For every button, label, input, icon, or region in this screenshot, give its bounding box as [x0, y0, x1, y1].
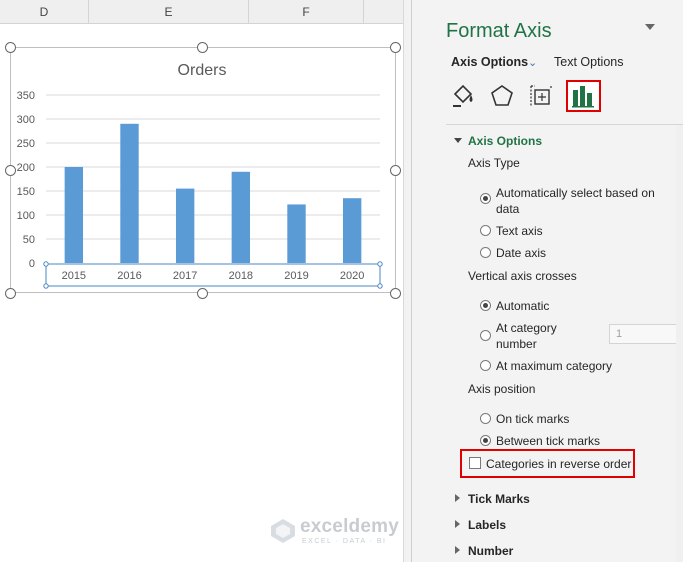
- column-header-d[interactable]: D: [0, 0, 89, 24]
- bar[interactable]: [342, 198, 362, 263]
- categories-reverse-order-checkbox[interactable]: [469, 457, 481, 469]
- axis-selection-handle: [377, 261, 383, 267]
- x-tick-label: 2020: [340, 270, 364, 282]
- sheet-scrollbar[interactable]: [403, 0, 411, 562]
- radio-between-tick-marks[interactable]: [480, 435, 491, 446]
- on-tick-marks-label[interactable]: On tick marks: [496, 411, 569, 427]
- resize-handle-left[interactable]: [5, 165, 16, 176]
- expand-triangle-icon[interactable]: [455, 546, 460, 554]
- pane-scrollbar[interactable]: [676, 125, 683, 562]
- y-tick-label: 250: [17, 138, 35, 150]
- bar[interactable]: [287, 204, 306, 263]
- date-axis-label[interactable]: Date axis: [496, 245, 546, 261]
- chevron-down-icon[interactable]: ⌄: [528, 56, 537, 69]
- watermark-name: exceldemy: [300, 516, 399, 537]
- format-axis-pane: Format Axis Axis Options ⌄ Text Options …: [411, 0, 683, 562]
- bar[interactable]: [231, 171, 251, 263]
- pane-divider: [446, 124, 683, 125]
- text-axis-label[interactable]: Text axis: [496, 223, 543, 239]
- y-tick-label: 200: [17, 162, 35, 174]
- resize-handle-top-left[interactable]: [5, 42, 16, 53]
- x-axis-selection: [45, 263, 381, 287]
- x-tick-label: 2015: [62, 270, 86, 282]
- size-properties-icon[interactable]: [527, 82, 555, 110]
- axis-selection-handle: [377, 283, 383, 289]
- pane-options-chevron-icon[interactable]: [645, 24, 655, 30]
- y-tick-label: 50: [23, 234, 35, 246]
- at-maximum-category-label[interactable]: At maximum category: [496, 358, 612, 374]
- radio-date-axis[interactable]: [480, 247, 491, 258]
- expand-triangle-icon[interactable]: [455, 494, 460, 502]
- resize-handle-right[interactable]: [390, 165, 401, 176]
- expand-triangle-icon[interactable]: [455, 520, 460, 528]
- y-tick-label: 100: [17, 210, 35, 222]
- exceldemy-watermark: exceldemy EXCEL · DATA · BI: [270, 516, 399, 545]
- auto-select-label[interactable]: Automatically select based on: [496, 185, 655, 201]
- vertical-axis-crosses-label: Vertical axis crosses: [468, 269, 577, 283]
- fill-line-icon[interactable]: [449, 82, 477, 110]
- axis-selection-handle: [43, 261, 49, 267]
- exceldemy-logo-icon: [271, 518, 295, 543]
- section-tick-marks[interactable]: Tick Marks: [468, 492, 530, 506]
- radio-text-axis[interactable]: [480, 225, 491, 236]
- bar[interactable]: [64, 167, 84, 263]
- column-header-f[interactable]: F: [249, 0, 364, 24]
- y-tick-label: 300: [17, 114, 35, 126]
- x-tick-label: 2019: [284, 270, 308, 282]
- axis-selection-handle: [43, 283, 49, 289]
- worksheet: D E F Orders 0 50 100 150 200 250 300 350 2015 201…: [0, 0, 411, 562]
- categories-reverse-order-label[interactable]: Categories in reverse order: [486, 456, 631, 472]
- auto-select-label-2[interactable]: data: [496, 201, 519, 217]
- at-category-label[interactable]: At category: [496, 320, 557, 336]
- between-tick-marks-label[interactable]: Between tick marks: [496, 433, 600, 449]
- section-labels[interactable]: Labels: [468, 518, 506, 532]
- automatic-label[interactable]: Automatic: [496, 298, 549, 314]
- radio-automatic[interactable]: [480, 300, 491, 311]
- resize-handle-bottom-right[interactable]: [390, 288, 401, 299]
- x-tick-label: 2017: [173, 270, 197, 282]
- pane-title: Format Axis: [446, 20, 552, 42]
- tab-text-options[interactable]: Text Options: [554, 55, 623, 69]
- collapse-triangle-icon[interactable]: [454, 138, 462, 143]
- radio-auto-select[interactable]: [480, 193, 491, 204]
- y-tick-label: 0: [29, 258, 35, 270]
- radio-at-maximum-category[interactable]: [480, 360, 491, 371]
- radio-on-tick-marks[interactable]: [480, 413, 491, 424]
- effects-icon[interactable]: [488, 82, 516, 110]
- x-tick-label: 2018: [229, 270, 253, 282]
- radio-at-category-number[interactable]: [480, 330, 491, 341]
- at-category-label-2[interactable]: number: [496, 336, 537, 352]
- resize-handle-top[interactable]: [197, 42, 208, 53]
- y-tick-label: 350: [17, 90, 35, 102]
- column-headers: D E F: [0, 0, 411, 24]
- watermark-tagline: EXCEL · DATA · BI: [302, 538, 387, 545]
- resize-handle-bottom[interactable]: [197, 288, 208, 299]
- y-tick-label: 150: [17, 186, 35, 198]
- bar[interactable]: [175, 188, 195, 263]
- column-header-e[interactable]: E: [89, 0, 249, 24]
- section-number[interactable]: Number: [468, 544, 513, 558]
- resize-handle-top-right[interactable]: [390, 42, 401, 53]
- category-number-input[interactable]: 1: [609, 324, 681, 344]
- chart-title: Orders: [178, 62, 227, 79]
- orders-chart[interactable]: Orders 0 50 100 150 200 250 300 350 2015 2016 2017 2…: [10, 47, 396, 293]
- axis-type-label: Axis Type: [468, 156, 520, 170]
- axis-position-label: Axis position: [468, 382, 536, 396]
- bar[interactable]: [120, 123, 139, 263]
- tab-axis-options[interactable]: Axis Options: [451, 55, 528, 69]
- x-tick-label: 2016: [117, 270, 141, 282]
- resize-handle-bottom-left[interactable]: [5, 288, 16, 299]
- axis-options-icon[interactable]: [569, 82, 597, 110]
- section-axis-options[interactable]: Axis Options: [468, 134, 542, 148]
